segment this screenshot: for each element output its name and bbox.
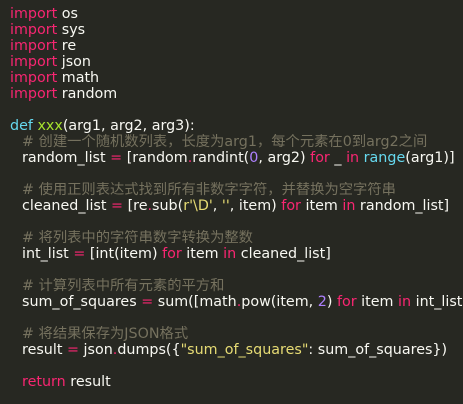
code-line: # 将结果保存为JSON格式 [10,326,463,342]
string: "sum_of_squares" [180,342,309,358]
code-line: return result [10,374,463,390]
code-text: [random [126,150,188,166]
keyword: for [310,150,330,166]
operator: = [105,150,127,166]
keyword: import [10,22,58,38]
variable: cleaned_list [22,198,107,214]
code-line: import math [10,70,463,86]
builtin: range [363,150,406,166]
keyword: in [342,198,356,214]
code-line: # 将列表中的字符串数字转换为整数 [10,230,463,246]
code-text: int_list]) [415,294,463,310]
code-text: json [83,342,113,358]
code-text: item [300,198,343,214]
comment: # 将结果保存为JSON格式 [22,326,189,342]
operator: = [62,342,84,358]
code-text: : sum_of_squares}) [308,342,448,358]
module-name: random [61,86,118,102]
comment: # 将列表中的字符串数字转换为整数 [22,230,253,246]
variable: result [22,342,63,358]
code-line: cleaned_list = [re.sub(r'\D', '', item) … [10,198,463,214]
keyword: in [346,150,360,166]
code-text: , item) [229,198,282,214]
code-text: [int(item) [89,246,163,262]
number: 2 [317,294,327,310]
code-line: import re [10,38,463,54]
comment: # 计算列表中所有元素的平方和 [22,278,225,294]
keyword-def: def [10,118,33,134]
module-name: re [61,38,77,54]
code-text: randint( [192,150,250,166]
operator: = [136,294,158,310]
function-name: xxx [37,118,63,134]
comment: # 创建一个随机数列表，长度为arg1，每个元素在0到arg2之间 [22,134,428,150]
keyword: for [281,198,301,214]
keyword: import [10,6,58,22]
code-line: import random [10,86,463,102]
code-text: dumps({ [117,342,181,358]
code-text: random_list] [355,198,450,214]
variable: sum_of_squares [22,294,137,310]
operator: = [106,198,128,214]
code-text: item [356,294,399,310]
code-text: ) [326,294,337,310]
code-line: random_list = [random.randint(0, arg2) f… [10,150,463,166]
code-text: _ [329,150,347,166]
operator: = [68,246,90,262]
code-line: # 创建一个随机数列表，长度为arg1，每个元素在0到arg2之间 [10,134,463,150]
keyword: for [336,294,357,310]
keyword: import [10,38,58,54]
code-line: def xxx(arg1, arg2, arg3): [10,118,463,134]
comment: # 使用正则表达式找到所有非数字字符，并替换为空字符串 [22,182,396,198]
code-text: [re [127,198,148,214]
code-text: , arg2) [258,150,311,166]
function-params: (arg1, arg2, arg3): [62,118,195,134]
code-line: import json [10,54,463,70]
string: '' [221,198,230,214]
code-text: , [212,198,222,214]
code-text: cleaned_list] [236,246,331,262]
code-text: pow(item, [241,294,318,310]
code-line: sum_of_squares = sum([math.pow(item, 2) … [10,294,463,310]
code-line: import os [10,6,463,22]
string: r'\D' [183,198,213,214]
code-text: (arg1)] [405,150,455,166]
keyword: import [10,86,58,102]
code-line: # 使用正则表达式找到所有非数字字符，并替换为空字符串 [10,182,463,198]
keyword: in [223,246,237,262]
code-line: int_list = [int(item) for item in cleane… [10,246,463,262]
module-name: json [61,54,91,70]
code-editor[interactable]: import os import sys import re import js… [0,0,463,404]
number: 0 [249,150,259,166]
code-text: sub( [152,198,184,214]
module-name: math [61,70,100,86]
code-line: import sys [10,22,463,38]
keyword: in [398,294,412,310]
code-text: item [181,246,224,262]
variable: int_list [22,246,69,262]
module-name: os [61,6,78,22]
keyword: for [162,246,182,262]
keyword: import [10,70,58,86]
return-value: result [65,374,111,390]
module-name: sys [61,22,86,38]
variable: random_list [22,150,106,166]
keyword-return: return [22,374,66,390]
code-text: sum([math [157,294,237,310]
code-line: result = json.dumps({"sum_of_squares": s… [10,342,463,358]
keyword: import [10,54,58,70]
code-line: # 计算列表中所有元素的平方和 [10,278,463,294]
